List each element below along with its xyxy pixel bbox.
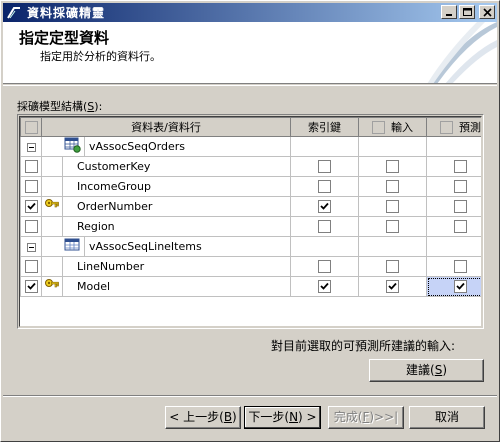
grid-header-row: 資料表/資料行 索引鍵 輸入 預測 (20, 117, 482, 137)
key-checkbox[interactable] (318, 180, 332, 194)
table-icon (64, 137, 82, 156)
table-column-header: 資料表/資料行 (40, 117, 292, 137)
predict-checkbox[interactable] (454, 220, 468, 234)
column-name: LineNumber (61, 256, 292, 277)
input-header-label: 輸入 (391, 121, 414, 134)
page-title: 指定定型資料 (19, 29, 110, 47)
maximize-icon (463, 8, 472, 16)
predict-checkbox[interactable] (454, 160, 468, 174)
window-title: 資料採礦精靈 (27, 6, 106, 20)
title-bar[interactable]: 資料採礦精靈 (3, 3, 497, 22)
predict-column-header[interactable]: 預測 (426, 117, 482, 137)
suggest-button[interactable]: 建議(S) (369, 359, 484, 382)
predict-checkbox[interactable] (454, 260, 468, 274)
input-checkbox[interactable] (386, 160, 400, 174)
finish-button[interactable]: 完成(F)>>| (328, 406, 404, 429)
wizard-app-icon (7, 6, 20, 19)
wizard-window: 資料採礦精靈 指定定型資料 指定用於分析的資料行。 採礦模型結構(S): 資料表… (0, 0, 500, 442)
next-button[interactable]: 下一步(N) > (244, 406, 321, 429)
wizard-header: 指定定型資料 指定用於分析的資料行。 (3, 22, 497, 84)
predict-all-checkbox[interactable] (440, 120, 454, 134)
cancel-button[interactable]: 取消 (409, 406, 485, 429)
column-row[interactable]: LineNumber (20, 256, 481, 277)
maximize-button[interactable] (459, 5, 475, 19)
key-icon (44, 279, 60, 296)
close-button[interactable] (479, 5, 495, 19)
column-name: Model (61, 276, 292, 297)
column-name: OrderNumber (61, 196, 292, 217)
key-checkbox[interactable] (318, 160, 332, 174)
include-checkbox[interactable] (24, 160, 38, 174)
input-checkbox[interactable] (386, 260, 400, 274)
input-checkbox[interactable] (386, 180, 400, 194)
input-checkbox[interactable] (386, 220, 400, 234)
input-column-header[interactable]: 輸入 (358, 117, 428, 137)
header-swoosh-graphic (427, 22, 497, 83)
collapse-icon[interactable] (26, 242, 36, 252)
include-all-checkbox[interactable] (24, 120, 38, 134)
page-subtitle: 指定用於分析的資料行。 (40, 50, 161, 63)
collapse-icon[interactable] (26, 142, 36, 152)
input-all-checkbox[interactable] (372, 120, 386, 134)
column-row[interactable]: Model (20, 276, 481, 297)
include-checkbox[interactable] (24, 260, 38, 274)
predict-checkbox[interactable] (454, 200, 468, 214)
empty-row (21, 317, 482, 327)
columns-grid: 資料表/資料行 索引鍵 輸入 預測 vAssocSeqOrders Custom… (17, 114, 484, 329)
key-checkbox[interactable] (318, 200, 332, 214)
back-button[interactable]: < 上一步(B) (165, 406, 241, 429)
mining-structure-label: 採礦模型結構(S): (17, 100, 103, 113)
column-row[interactable]: IncomeGroup (20, 176, 481, 197)
include-checkbox[interactable] (24, 180, 38, 194)
minimize-button[interactable] (441, 5, 457, 19)
include-checkbox[interactable] (24, 200, 38, 214)
minimize-icon (446, 14, 452, 16)
predict-checkbox[interactable] (454, 280, 468, 294)
column-row[interactable]: Region (20, 216, 481, 237)
suggest-inputs-text: 對目前選取的可預測所建議的輸入: (271, 339, 456, 353)
table-name: vAssocSeqLineItems (83, 236, 292, 257)
key-checkbox[interactable] (318, 260, 332, 274)
table-row[interactable]: vAssocSeqOrders (20, 136, 481, 157)
key-column-header: 索引鍵 (290, 117, 360, 137)
input-checkbox[interactable] (386, 280, 400, 294)
key-checkbox[interactable] (318, 280, 332, 294)
button-separator (3, 395, 497, 397)
key-icon (44, 199, 60, 216)
table-row[interactable]: vAssocSeqLineItems (20, 236, 481, 257)
close-icon (483, 8, 492, 17)
column-name: Region (61, 216, 292, 237)
include-checkbox[interactable] (24, 280, 38, 294)
nested-table-icon (64, 238, 82, 256)
input-checkbox[interactable] (386, 200, 400, 214)
column-row[interactable]: OrderNumber (20, 196, 481, 217)
predict-header-label: 預測 (459, 121, 482, 134)
predict-checkbox[interactable] (454, 180, 468, 194)
include-all-header[interactable] (20, 117, 42, 137)
column-name: CustomerKey (61, 156, 292, 177)
column-row[interactable]: CustomerKey (20, 156, 481, 177)
empty-row (21, 297, 482, 317)
include-checkbox[interactable] (24, 220, 38, 234)
table-name: vAssocSeqOrders (83, 136, 292, 157)
key-checkbox[interactable] (318, 220, 332, 234)
column-name: IncomeGroup (61, 176, 292, 197)
